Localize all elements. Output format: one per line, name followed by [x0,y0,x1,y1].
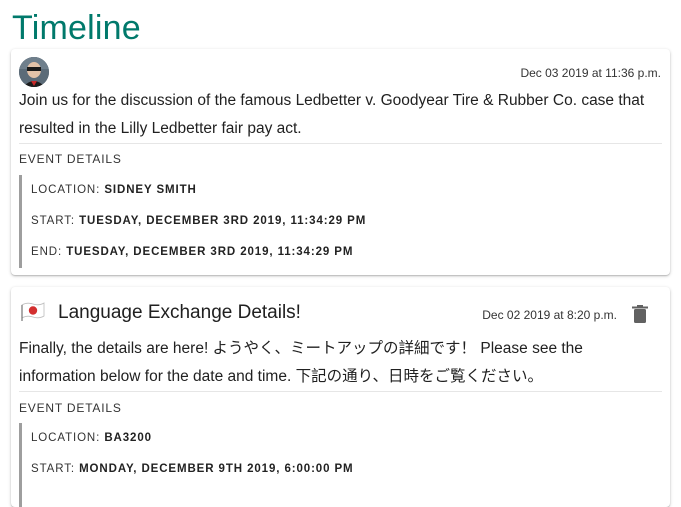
user-avatar[interactable] [19,57,49,87]
event-description: Finally, the details are here! ようやく、ミートア… [19,340,583,385]
divider [19,143,662,144]
event-timestamp: Dec 03 2019 at 11:36 p.m. [520,66,661,80]
trash-icon[interactable] [632,305,648,323]
page-title: Timeline [12,9,141,47]
divider [19,391,662,392]
event-details: LOCATION: BA3200 START: MONDAY, DECEMBER… [19,423,662,507]
event-location: LOCATION: BA3200 [31,432,152,444]
event-details-label: EVENT DETAILS [19,152,122,166]
event-details-label: EVENT DETAILS [19,401,122,415]
event-title: Language Exchange Details! [58,302,301,323]
event-description: Join us for the discussion of the famous… [19,92,645,137]
event-details: LOCATION: SIDNEY SMITH START: TUESDAY, D… [19,175,662,268]
event-end: END: TUESDAY, DECEMBER 3RD 2019, 11:34:2… [31,246,354,258]
timeline-card: Dec 03 2019 at 11:36 p.m. Join us for th… [11,49,670,275]
timeline-card: Language Exchange Details! Dec 02 2019 a… [11,287,670,507]
event-start: START: TUESDAY, DECEMBER 3RD 2019, 11:34… [31,215,367,227]
event-location: LOCATION: SIDNEY SMITH [31,184,197,196]
event-start: START: MONDAY, DECEMBER 9TH 2019, 6:00:0… [31,463,354,475]
japan-flag-icon [19,300,47,322]
event-timestamp: Dec 02 2019 at 8:20 p.m. [482,308,617,322]
